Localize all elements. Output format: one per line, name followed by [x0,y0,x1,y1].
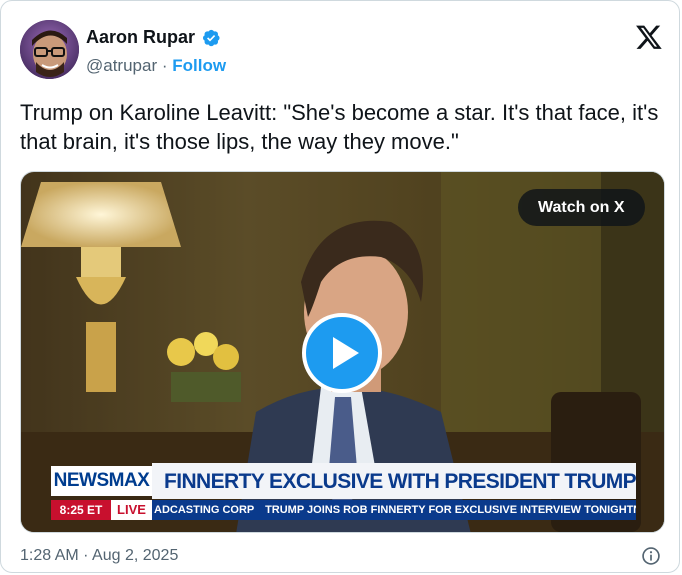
ticker-right: N [633,500,636,520]
broadcast-headline: FINNERTY EXCLUSIVE WITH PRESIDENT TRUMP [152,463,636,499]
avatar[interactable] [20,20,79,79]
x-logo-icon[interactable] [635,23,663,51]
author-handle[interactable]: @atrupar [86,56,157,75]
watch-on-x-button[interactable]: Watch on X [518,189,645,226]
author-handle-row: @atrupar · Follow [86,56,226,76]
newsmax-logo: NEWSMAX [51,466,152,496]
play-icon [333,337,359,369]
tweet-card: Aaron Rupar @atrupar · Follow Trump on K… [0,0,680,573]
author-name-row[interactable]: Aaron Rupar [86,27,221,48]
ticker-left: ADCASTING CORP [154,504,255,516]
author-name[interactable]: Aaron Rupar [86,27,195,48]
tweet-timestamp[interactable]: 1:28 AM · Aug 2, 2025 [20,547,178,565]
broadcast-ticker: ADCASTING CORP TRUMP JOINS ROB FINNERTY … [152,500,636,520]
avatar-image [20,20,79,79]
live-badge: LIVE [111,500,152,520]
broadcast-lower-third: NEWSMAX FINNERTY EXCLUSIVE WITH PRESIDEN… [51,463,636,524]
info-icon[interactable] [641,546,661,566]
tweet-text: Trump on Karoline Leavitt: "She's become… [20,100,659,154]
separator-dot: · [161,56,168,75]
broadcast-time: 8:25 ET [51,500,111,520]
ticker-main: TRUMP JOINS ROB FINNERTY FOR EXCLUSIVE I… [265,504,634,516]
follow-button[interactable]: Follow [172,56,226,75]
verified-badge-icon [203,29,220,46]
play-button[interactable] [302,313,382,393]
video-player[interactable]: Watch on X NEWSMAX FINNERTY EXCLUSIVE WI… [20,171,665,533]
